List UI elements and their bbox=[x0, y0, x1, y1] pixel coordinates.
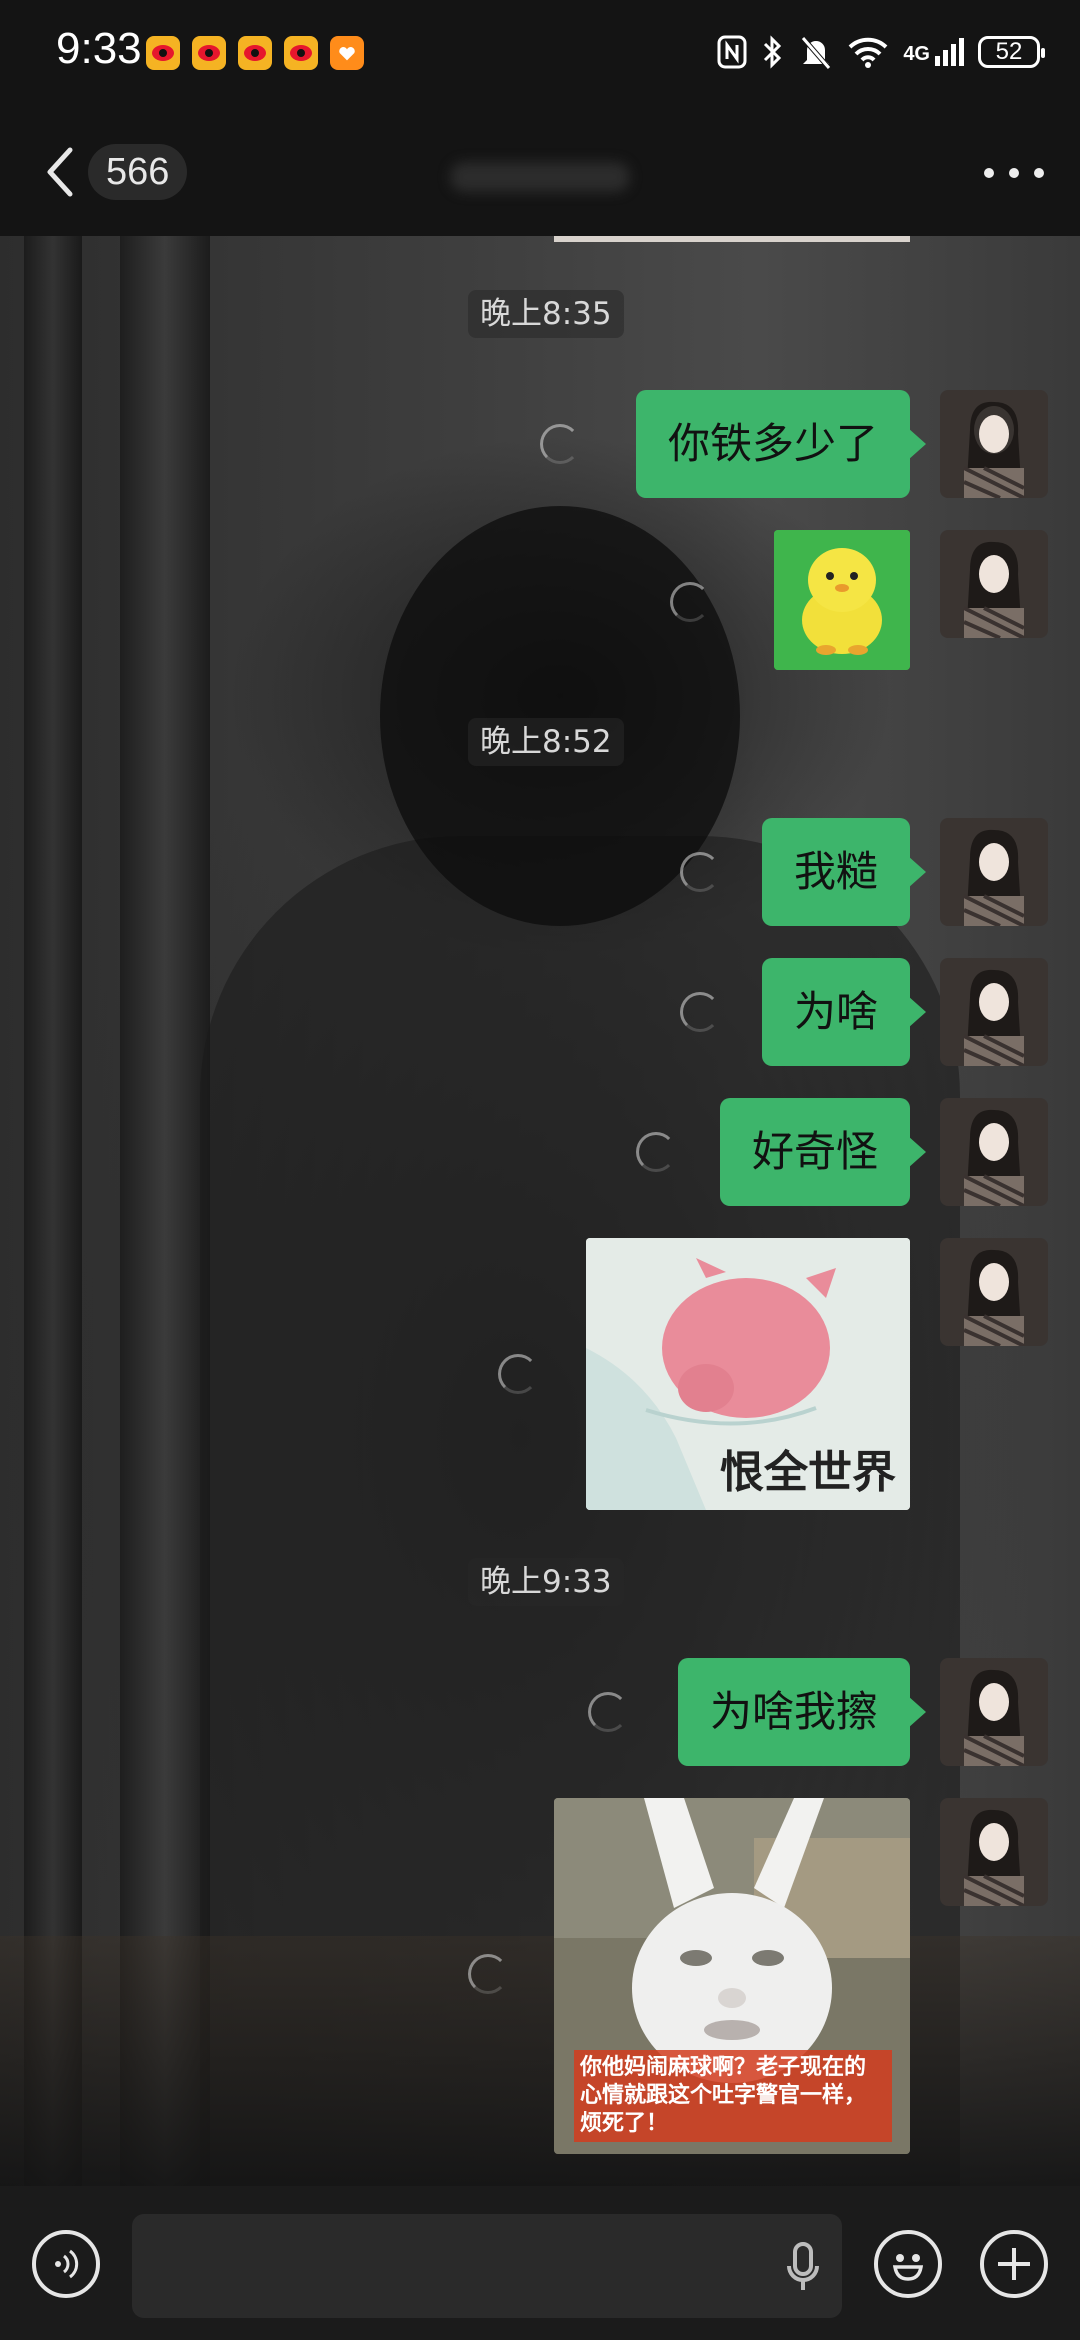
previous-image-edge bbox=[554, 236, 910, 242]
timestamp: 晚上8:35 bbox=[468, 290, 624, 338]
avatar[interactable] bbox=[940, 958, 1048, 1066]
battery-icon: 52 bbox=[978, 36, 1045, 68]
more-icon[interactable] bbox=[984, 158, 1044, 188]
avatar[interactable] bbox=[940, 1098, 1048, 1206]
battery-level: 52 bbox=[995, 38, 1023, 65]
rabbit-sticker[interactable]: 你他妈闹麻球啊？老子现在的心情就跟这个吐字警官一样，烦死了！ bbox=[554, 1798, 910, 2154]
message-bubble[interactable]: 为啥我擦 bbox=[677, 1658, 927, 1766]
status-bar: 9:33 4G 52 bbox=[0, 0, 1080, 108]
notification-icons bbox=[146, 36, 364, 70]
chat-screen: 9:33 4G 52 566 晚上8:35 你铁多少了 晚上8:52 我糙 为啥… bbox=[0, 0, 1080, 2340]
sending-spinner bbox=[670, 582, 710, 622]
plus-icon[interactable] bbox=[980, 2230, 1048, 2298]
avatar[interactable] bbox=[940, 1658, 1048, 1766]
timestamp: 晚上8:52 bbox=[468, 718, 624, 766]
voice-icon[interactable] bbox=[32, 2230, 100, 2298]
emoji-icon[interactable] bbox=[874, 2230, 942, 2298]
bluetooth-icon bbox=[764, 35, 782, 69]
unread-count-badge[interactable]: 566 bbox=[88, 144, 188, 200]
avatar[interactable] bbox=[940, 818, 1048, 926]
mic-icon[interactable] bbox=[786, 2242, 820, 2292]
sending-spinner bbox=[636, 1132, 676, 1172]
signal-icon: 4G bbox=[903, 38, 964, 66]
weibo-icon bbox=[238, 36, 272, 70]
sending-spinner bbox=[588, 1692, 628, 1732]
chat-title-blurred bbox=[450, 162, 630, 192]
message-bubble[interactable]: 我糙 bbox=[761, 818, 927, 926]
weibo-icon bbox=[146, 36, 180, 70]
sticker-caption: 恨全世界 bbox=[720, 1447, 896, 1498]
wallpaper-detail bbox=[0, 1936, 1080, 2186]
nfc-icon bbox=[717, 35, 747, 69]
message-input[interactable] bbox=[132, 2214, 842, 2318]
wifi-icon bbox=[848, 37, 888, 68]
sending-spinner bbox=[540, 424, 580, 464]
message-list[interactable]: 晚上8:35 你铁多少了 晚上8:52 我糙 为啥 好奇怪 恨全世界 晚上9:3… bbox=[0, 236, 1080, 2186]
message-bubble[interactable]: 好奇怪 bbox=[719, 1098, 927, 1206]
app-notification-icon bbox=[330, 36, 364, 70]
network-label: 4G bbox=[903, 43, 930, 65]
weibo-icon bbox=[284, 36, 318, 70]
chevron-left-icon[interactable] bbox=[40, 144, 80, 200]
pink-pig-sticker[interactable]: 恨全世界 bbox=[586, 1238, 910, 1510]
input-bar bbox=[0, 2186, 1080, 2340]
timestamp: 晚上9:33 bbox=[468, 1558, 624, 1606]
status-time: 9:33 bbox=[56, 24, 142, 73]
system-icons: 4G 52 bbox=[717, 34, 1045, 70]
avatar[interactable] bbox=[940, 1798, 1048, 1906]
sending-spinner bbox=[680, 852, 720, 892]
sending-spinner bbox=[680, 992, 720, 1032]
yellow-chick-sticker[interactable] bbox=[774, 530, 910, 670]
avatar[interactable] bbox=[940, 530, 1048, 638]
sending-spinner bbox=[498, 1354, 538, 1394]
message-bubble[interactable]: 你铁多少了 bbox=[635, 390, 927, 498]
avatar[interactable] bbox=[940, 1238, 1048, 1346]
wallpaper-detail bbox=[120, 236, 210, 2186]
message-bubble[interactable]: 为啥 bbox=[761, 958, 927, 1066]
chat-header: 566 bbox=[0, 108, 1080, 236]
sticker-caption: 你他妈闹麻球啊？老子现在的心情就跟这个吐字警官一样，烦死了！ bbox=[574, 2050, 892, 2142]
weibo-icon bbox=[192, 36, 226, 70]
sending-spinner bbox=[468, 1954, 508, 1994]
mute-icon bbox=[801, 36, 832, 70]
wallpaper-detail bbox=[24, 236, 82, 2186]
avatar[interactable] bbox=[940, 390, 1048, 498]
